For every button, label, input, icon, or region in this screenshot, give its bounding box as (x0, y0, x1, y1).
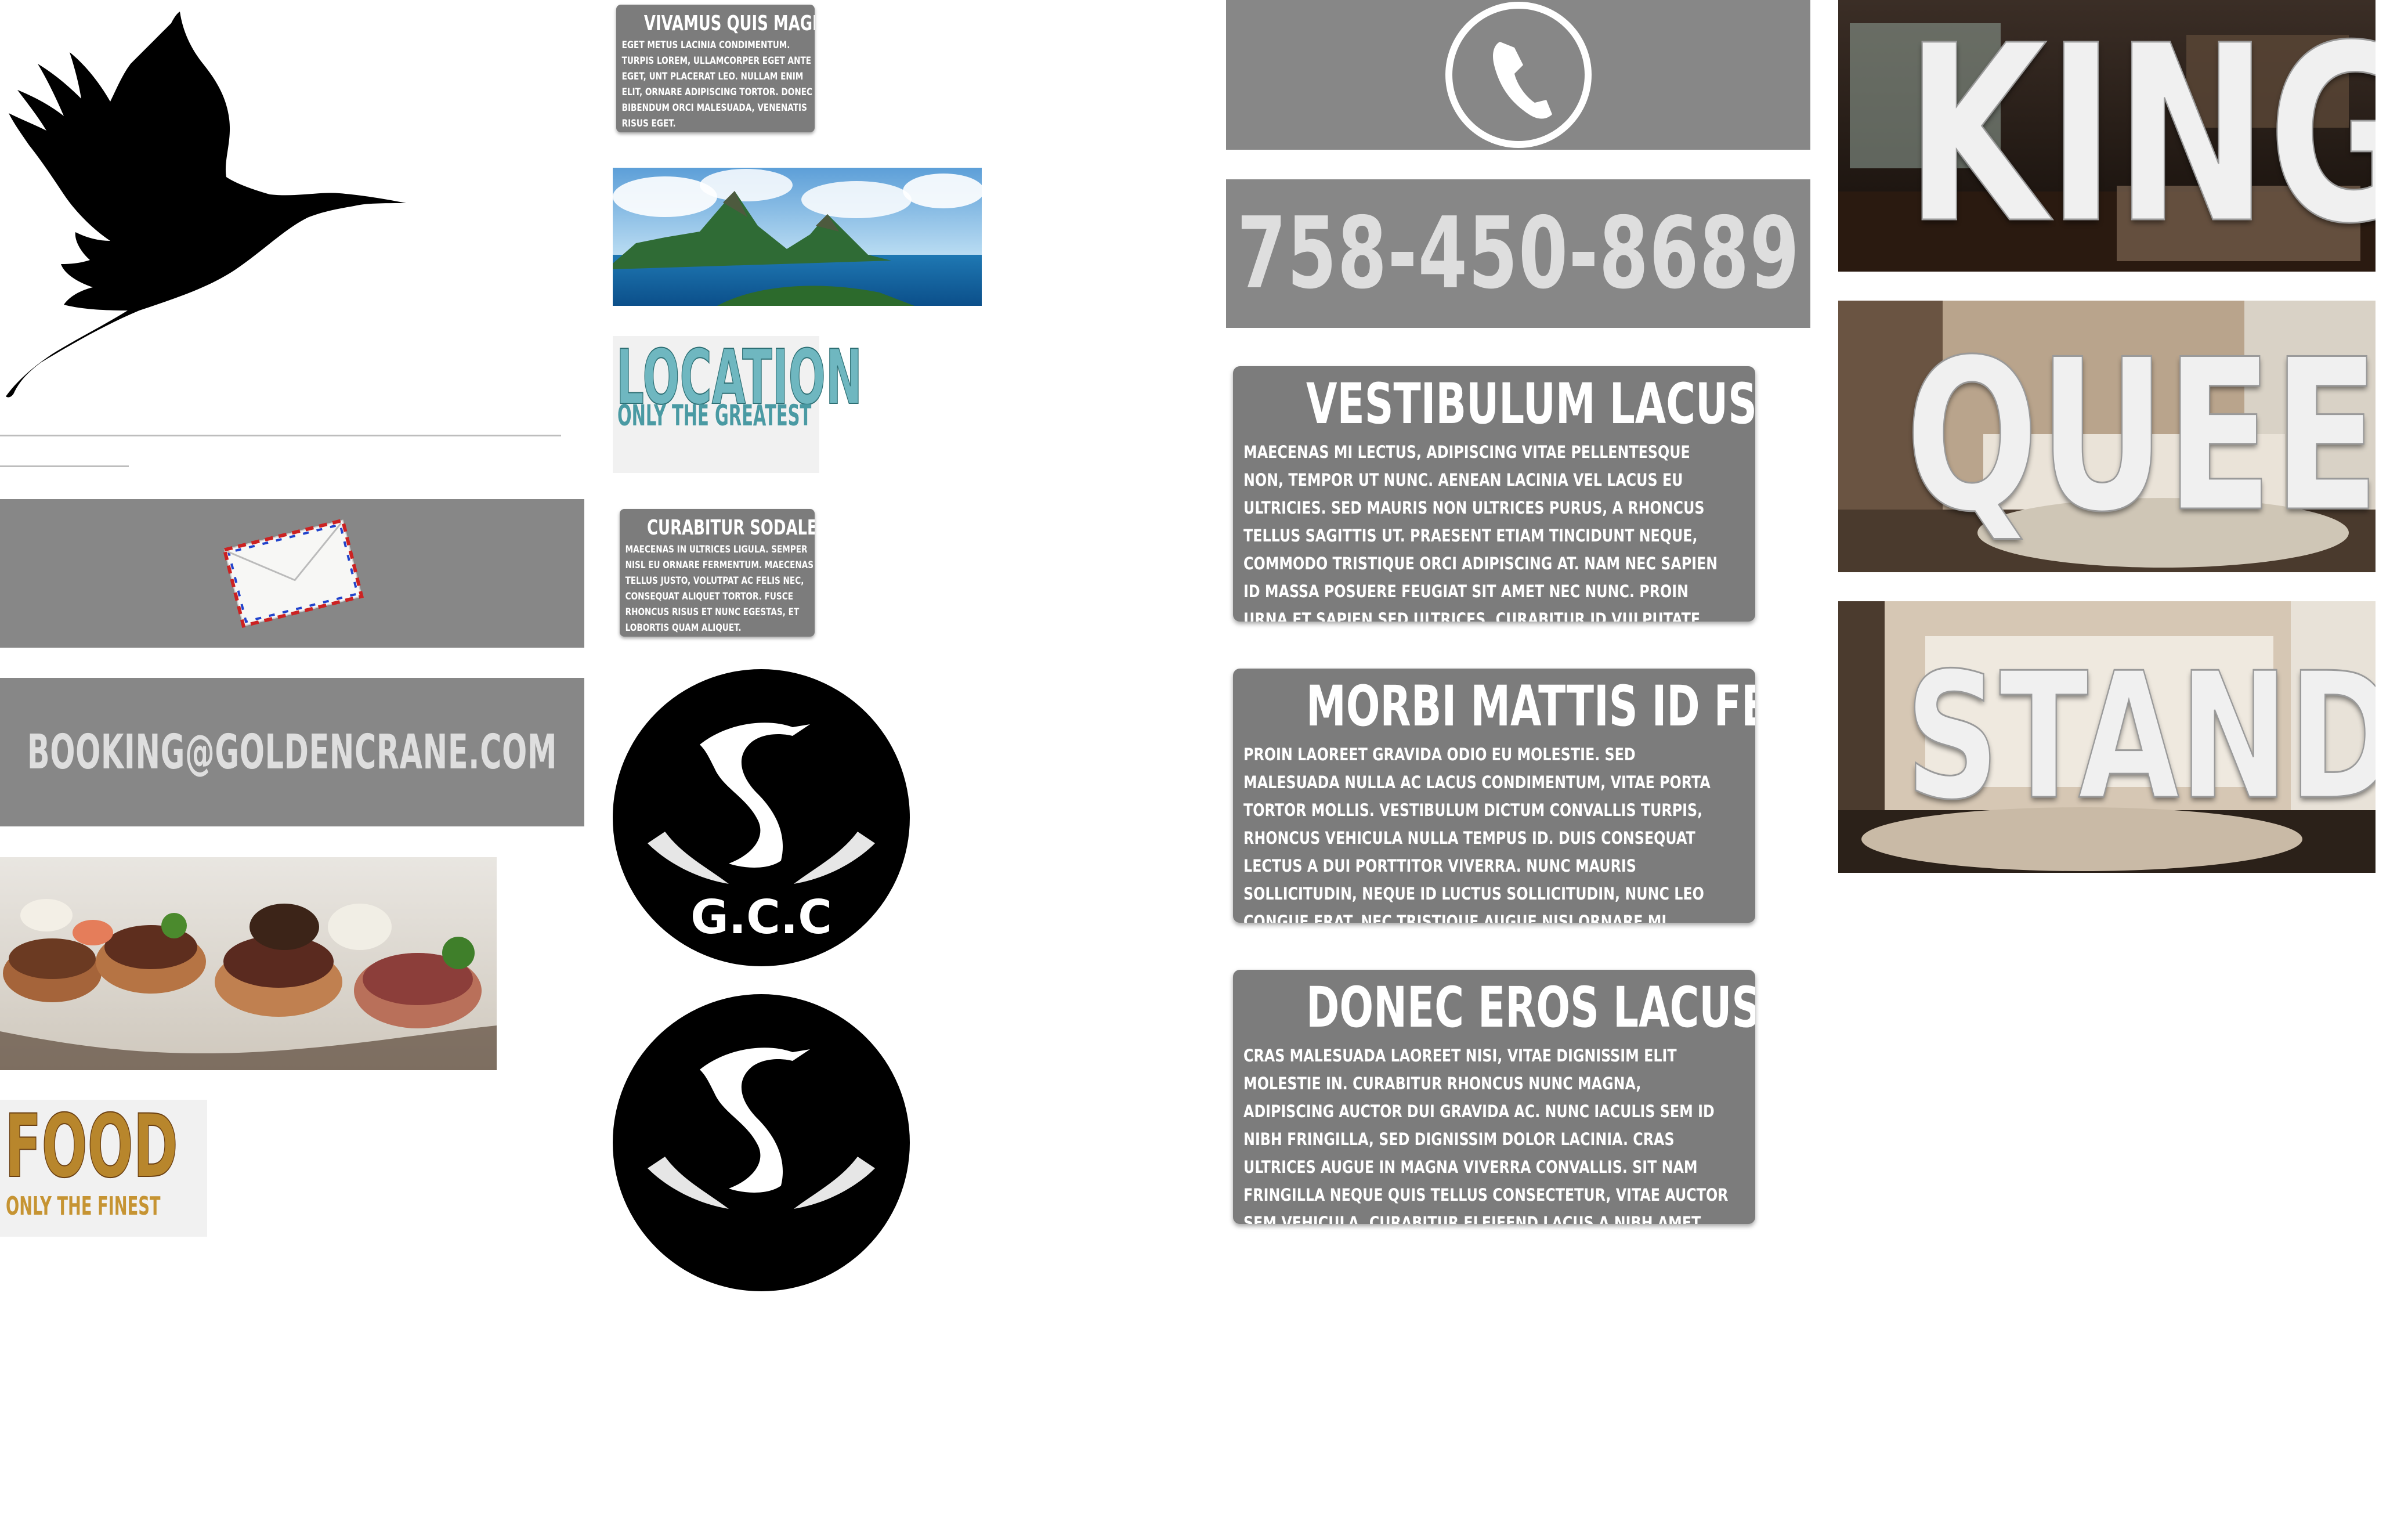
card-body: CRAS MALESUADA LAOREET NISI, VITAE DIGNI… (1243, 1046, 1729, 1224)
room-king-image[interactable]: KING (1838, 0, 2376, 272)
room-queen-label: QUEEN (1905, 315, 2376, 558)
gcc-text: G.C.C (690, 890, 832, 944)
phone-icon (1445, 2, 1592, 148)
card-title: CURABITUR SODALES (647, 516, 815, 540)
divider-line (0, 435, 561, 436)
card-body: MAECENAS MI LECTUS, ADIPISCING VITAE PEL… (1243, 442, 1718, 622)
food-photo (0, 857, 497, 1070)
crane-silhouette-icon (6, 12, 406, 398)
card-body: MAECENAS IN ULTRICES LIGULA. SEMPER NISL… (625, 544, 814, 634)
divider-line-short (0, 465, 129, 467)
room-king-label: KING (1905, 0, 2376, 272)
card-body: EGET METUS LACINIA CONDIMENTUM. TURPIS L… (621, 39, 812, 129)
info-card-curabitur: CURABITUR SODALES MAECENAS IN ULTRICES L… (620, 509, 815, 637)
email-banner[interactable]: BOOKING@GOLDENCRANE.COM (0, 678, 584, 826)
food-logo: FOOD ONLY THE FINEST (0, 1100, 207, 1237)
info-card-donec: DONEC EROS LACUS NUNC CRAS MALESUADA LAO… (1233, 970, 1755, 1224)
info-card-morbi: MORBI MATTIS ID FELIS PROIN LAOREET GRAV… (1233, 669, 1755, 923)
info-card-vivamus: VIVAMUS QUIS MAGNA EGET METUS LACINIA CO… (616, 5, 815, 132)
room-standard-image[interactable]: STANDARD (1838, 601, 2376, 873)
food-logo-subtitle: ONLY THE FINEST (6, 1191, 161, 1221)
email-address[interactable]: BOOKING@GOLDENCRANE.COM (27, 725, 557, 780)
room-queen-image[interactable]: QUEEN (1838, 301, 2376, 572)
room-standard-label: STANDARD (1905, 635, 2376, 838)
location-logo-subtitle: ONLY THE GREATEST (617, 399, 812, 432)
card-title: MORBI MATTIS ID FELIS (1306, 674, 1755, 739)
crane-logo-icon (613, 994, 910, 1291)
phone-number[interactable]: 758-450-8689 (1236, 196, 1800, 311)
card-title: VIVAMUS QUIS MAGNA (643, 12, 815, 35)
card-title: VESTIBULUM LACUS RISUS (1306, 371, 1755, 436)
crane-logo-icon: G.C.C (613, 669, 910, 966)
card-title: DONEC EROS LACUS NUNC (1306, 975, 1755, 1040)
card-body: PROIN LAOREET GRAVIDA ODIO EU MOLESTIE. … (1243, 745, 1711, 923)
info-card-vestibulum: VESTIBULUM LACUS RISUS MAECENAS MI LECTU… (1233, 366, 1755, 622)
envelope-icon (222, 518, 364, 629)
phone-banner[interactable]: 758-450-8689 (1226, 179, 1810, 328)
island-photo (613, 168, 982, 306)
location-logo: LOCATION ONLY THE GREATEST (613, 336, 863, 473)
food-logo-title: FOOD (4, 1096, 178, 1197)
